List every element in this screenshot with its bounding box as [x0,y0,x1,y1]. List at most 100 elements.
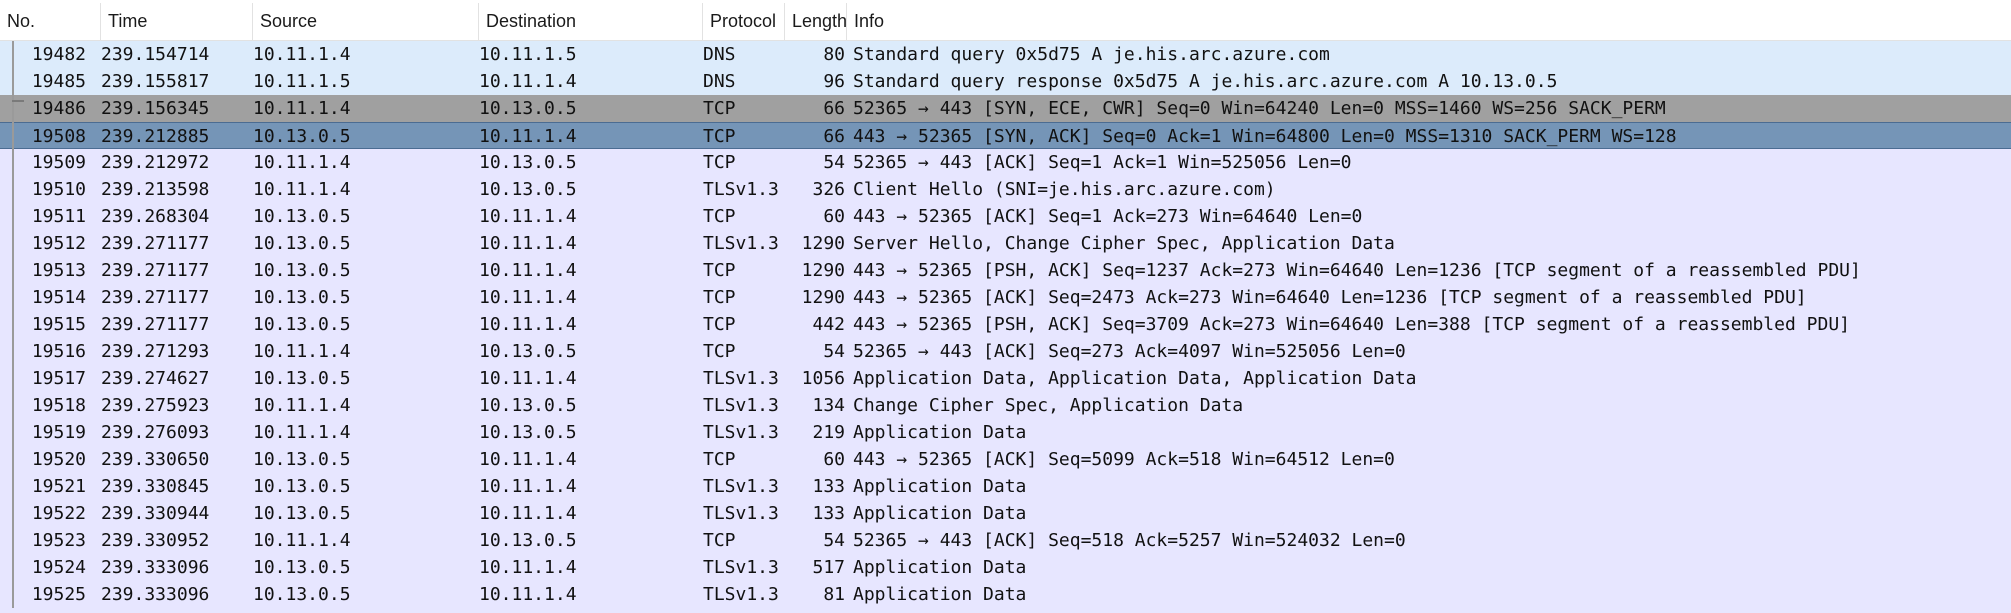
packet-length: 442 [812,314,845,335]
packet-row[interactable]: 19523 239.330952 10.11.1.4 10.13.0.5 TCP 54 52… [0,527,2011,554]
packet-destination: 10.11.1.4 [479,449,577,470]
column-header-length[interactable]: Length [785,3,847,40]
packet-info: 443 → 52365 [SYN, ACK] Seq=0 Ack=1 Win=6… [853,126,1677,147]
packet-row[interactable]: 19522 239.330944 10.13.0.5 10.11.1.4 TLSv1.3… [0,500,2011,527]
packet-row[interactable]: 19512 239.271177 10.13.0.5 10.11.1.4 TLSv1.3… [0,230,2011,257]
packet-protocol: TCP [703,449,736,470]
column-header-source[interactable]: Source [253,3,479,40]
packet-row-selected[interactable]: 19508 239.212885 10.13.0.5 10.11.1.4 TCP 66 44… [0,122,2011,149]
packet-destination: 10.11.1.4 [479,206,577,227]
packet-row[interactable]: 19517 239.274627 10.13.0.5 10.11.1.4 TLSv1.3… [0,365,2011,392]
packet-source: 10.11.1.4 [253,152,351,173]
packet-destination: 10.11.1.4 [479,126,577,147]
packet-info: 52365 → 443 [ACK] Seq=273 Ack=4097 Win=5… [853,341,1406,362]
packet-protocol: TCP [703,206,736,227]
packet-length: 66 [823,126,845,147]
packet-info: Application Data, Application Data, Appl… [853,368,1417,389]
packet-protocol: TLSv1.3 [703,422,779,443]
packet-length: 54 [823,341,845,362]
packet-time: 239.330952 [101,530,210,551]
column-header-destination[interactable]: Destination [479,3,703,40]
packet-row[interactable]: 19485 239.155817 10.11.1.5 10.11.1.4 DNS 96 St… [0,68,2011,95]
packet-length: 1290 [801,287,845,308]
packet-row[interactable]: 19519 239.276093 10.11.1.4 10.13.0.5 TLSv1.3… [0,419,2011,446]
packet-protocol: TCP [703,260,736,281]
packet-source: 10.13.0.5 [253,449,351,470]
packet-protocol: TLSv1.3 [703,476,779,497]
packet-source: 10.13.0.5 [253,368,351,389]
packet-length: 60 [823,206,845,227]
packet-time: 239.271177 [101,314,210,335]
packet-row[interactable]: 19482 239.154714 10.11.1.4 10.11.1.5 DNS 80 St… [0,41,2011,68]
packet-time: 239.155817 [101,71,210,92]
packet-destination: 10.13.0.5 [479,395,577,416]
packet-list-header: No. Time Source Destination Protocol Len… [0,3,2011,41]
packet-protocol: TCP [703,314,736,335]
packet-length: 81 [823,584,845,605]
packet-info: Standard query 0x5d75 A je.his.arc.azure… [853,44,1330,65]
packet-row[interactable]: 19521 239.330845 10.13.0.5 10.11.1.4 TLSv1.3… [0,473,2011,500]
packet-protocol: DNS [703,71,736,92]
packet-row[interactable]: 19515 239.271177 10.13.0.5 10.11.1.4 TCP 442 4… [0,311,2011,338]
packet-row[interactable]: 19511 239.268304 10.13.0.5 10.11.1.4 TCP 60 44… [0,203,2011,230]
packet-info: Application Data [853,584,1027,605]
packet-length: 66 [823,98,845,119]
packet-row[interactable]: 19486 239.156345 10.11.1.4 10.13.0.5 TCP 66 52… [0,95,2011,122]
packet-source: 10.13.0.5 [253,287,351,308]
packet-length: 326 [812,179,845,200]
packet-source: 10.11.1.5 [253,71,351,92]
packet-protocol: TCP [703,152,736,173]
packet-destination: 10.11.1.4 [479,314,577,335]
packet-destination: 10.13.0.5 [479,98,577,119]
packet-length: 517 [812,557,845,578]
packet-row[interactable]: 19509 239.212972 10.11.1.4 10.13.0.5 TCP 54 52… [0,149,2011,176]
packet-row[interactable]: 19520 239.330650 10.13.0.5 10.11.1.4 TCP 60 44… [0,446,2011,473]
packet-protocol: TLSv1.3 [703,368,779,389]
packet-row[interactable]: 19525 239.333096 10.13.0.5 10.11.1.4 TLSv1.3… [0,581,2011,608]
packet-length: 54 [823,530,845,551]
packet-info: 443 → 52365 [ACK] Seq=2473 Ack=273 Win=6… [853,287,1807,308]
packet-destination: 10.11.1.4 [479,476,577,497]
column-header-no[interactable]: No. [0,3,101,40]
packet-info: 443 → 52365 [ACK] Seq=5099 Ack=518 Win=6… [853,449,1395,470]
packet-source: 10.11.1.4 [253,395,351,416]
packet-time: 239.271177 [101,287,210,308]
packet-time: 239.275923 [101,395,210,416]
packet-row[interactable]: 19514 239.271177 10.13.0.5 10.11.1.4 TCP 1290… [0,284,2011,311]
packet-row[interactable]: 19524 239.333096 10.13.0.5 10.11.1.4 TLSv1.3… [0,554,2011,581]
packet-protocol: TLSv1.3 [703,503,779,524]
column-header-info[interactable]: Info [847,3,2011,40]
packet-protocol: TCP [703,287,736,308]
packet-length: 1290 [801,233,845,254]
packet-destination: 10.11.1.4 [479,233,577,254]
packet-destination: 10.11.1.4 [479,260,577,281]
packet-time: 239.333096 [101,557,210,578]
packet-source: 10.13.0.5 [253,260,351,281]
packet-row[interactable]: 19516 239.271293 10.11.1.4 10.13.0.5 TCP 54 52… [0,338,2011,365]
packet-destination: 10.13.0.5 [479,422,577,443]
packet-row[interactable]: 19510 239.213598 10.11.1.4 10.13.0.5 TLSv1.3… [0,176,2011,203]
column-header-time[interactable]: Time [101,3,253,40]
packet-source: 10.11.1.4 [253,98,351,119]
packet-time: 239.212885 [101,126,210,147]
packet-length: 1056 [801,368,845,389]
packet-source: 10.11.1.4 [253,341,351,362]
packet-length: 1290 [801,260,845,281]
column-header-protocol[interactable]: Protocol [703,3,785,40]
packet-time: 239.276093 [101,422,210,443]
packet-row[interactable]: 19513 239.271177 10.13.0.5 10.11.1.4 TCP 1290… [0,257,2011,284]
packet-time: 239.274627 [101,368,210,389]
packet-info: 443 → 52365 [ACK] Seq=1 Ack=273 Win=6464… [853,206,1363,227]
packet-time: 239.330845 [101,476,210,497]
packet-protocol: TCP [703,530,736,551]
packet-destination: 10.13.0.5 [479,530,577,551]
packet-length: 96 [823,71,845,92]
packet-info: Application Data [853,476,1027,497]
packet-time: 239.333096 [101,584,210,605]
packet-row[interactable]: 19518 239.275923 10.11.1.4 10.13.0.5 TLSv1.3… [0,392,2011,419]
packet-destination: 10.11.1.4 [479,71,577,92]
packet-info: Standard query response 0x5d75 A je.his.… [853,71,1558,92]
packet-time: 239.330650 [101,449,210,470]
packet-time: 239.154714 [101,44,210,65]
conversation-start-marker [12,100,24,102]
